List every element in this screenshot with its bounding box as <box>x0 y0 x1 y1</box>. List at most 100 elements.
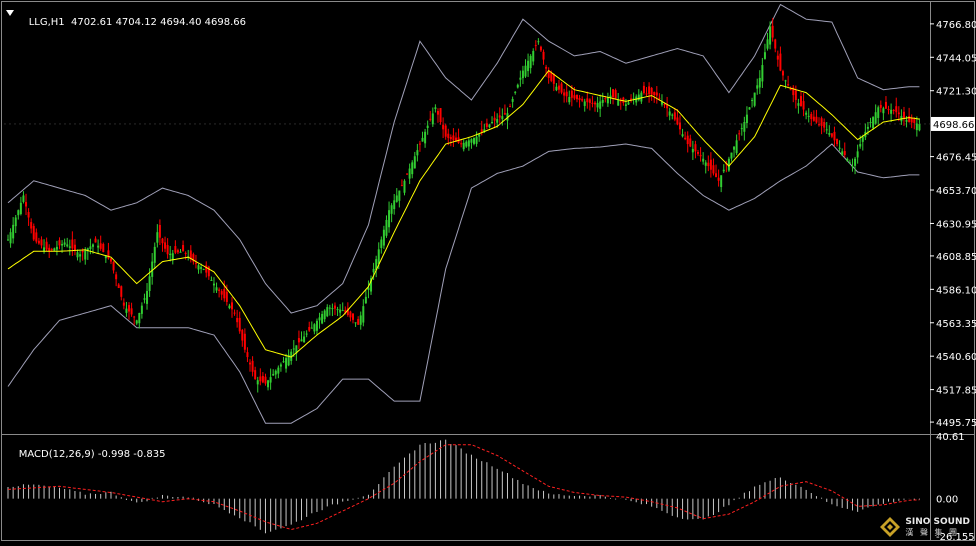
candle-down <box>565 91 568 97</box>
candle-up <box>408 168 411 179</box>
candle-up <box>359 315 362 325</box>
candle-down <box>107 250 110 259</box>
candle-down <box>418 143 421 145</box>
candle-up <box>285 358 288 369</box>
candle-down <box>810 113 813 120</box>
candle-down <box>164 242 167 249</box>
candle-up <box>267 380 270 388</box>
candle-down <box>717 177 720 181</box>
candle-up <box>838 147 841 149</box>
candle-up <box>730 152 733 159</box>
candle-up <box>138 312 141 324</box>
candle-up <box>735 140 738 154</box>
candle-up <box>364 296 367 304</box>
candle-down <box>308 326 311 331</box>
candle-up <box>200 267 203 269</box>
candle-down <box>648 86 651 95</box>
candle-down <box>122 302 125 306</box>
candle-up <box>470 139 473 143</box>
candle-up <box>390 205 393 214</box>
candle-down <box>400 185 403 187</box>
candle-up <box>828 133 831 135</box>
candle-up <box>354 322 357 324</box>
symbol-dropdown-icon[interactable] <box>6 10 14 16</box>
candle-down <box>774 39 777 49</box>
candle-down <box>843 151 846 156</box>
candle-up <box>210 279 213 281</box>
candle-up <box>331 308 334 310</box>
candle-up <box>473 137 476 144</box>
candle-up <box>426 125 429 128</box>
candle-down <box>712 165 715 174</box>
candle-down <box>32 225 35 240</box>
candle-down <box>673 112 676 120</box>
candle-down <box>205 265 208 273</box>
candle-up <box>310 327 313 329</box>
candle-down <box>794 90 797 100</box>
candle-up <box>91 244 94 247</box>
candle-down <box>37 240 40 244</box>
brand-logo: SINO SOUND 漢 聲 集 團 <box>879 516 970 538</box>
bollinger-lower-line <box>7 143 920 424</box>
candle-down <box>447 133 450 138</box>
candle-down <box>738 133 741 135</box>
candle-down <box>542 51 545 60</box>
candle-up <box>756 85 759 89</box>
candle-down <box>254 370 257 380</box>
candle-down <box>218 289 221 291</box>
candle-down <box>480 129 483 132</box>
candle-up <box>769 26 772 45</box>
candle-down <box>686 135 689 145</box>
candle-up <box>869 122 872 124</box>
candle-up <box>7 239 9 241</box>
candle-up <box>146 290 149 304</box>
candle-down <box>594 102 597 105</box>
candle-down <box>99 243 102 249</box>
candle-down <box>830 133 833 137</box>
candle-up <box>89 246 92 249</box>
price-tick-label: 4721.30 <box>936 87 976 98</box>
candle-down <box>575 94 578 100</box>
candle-up <box>583 101 586 106</box>
candle-down <box>604 98 607 100</box>
candle-up <box>846 158 849 161</box>
candle-up <box>501 116 504 120</box>
candle-down <box>246 352 249 358</box>
candle-up <box>282 361 285 363</box>
candle-up <box>537 41 540 43</box>
candle-up <box>326 307 329 317</box>
candle-down <box>815 116 818 123</box>
candle-down <box>449 137 452 140</box>
candle-down <box>442 124 445 130</box>
candle-up <box>76 252 79 258</box>
candle-down <box>557 85 560 90</box>
candle-up <box>228 305 231 309</box>
candle-down <box>573 95 576 99</box>
candle-up <box>380 239 383 249</box>
candle-up <box>256 380 259 385</box>
candle-up <box>872 117 875 129</box>
price-tick-label: 4653.70 <box>936 186 976 197</box>
price-tick-label: 4495.75 <box>936 418 976 429</box>
candle-up <box>640 92 643 102</box>
candle-up <box>385 219 388 236</box>
price-tick-label: 4540.60 <box>936 352 976 363</box>
price-tick-label: 4586.10 <box>936 285 976 296</box>
candle-up <box>825 129 828 131</box>
candle-down <box>73 244 76 251</box>
candle-down <box>182 245 185 252</box>
candle-up <box>496 119 499 123</box>
candle-up <box>720 175 723 188</box>
candle-up <box>511 98 514 102</box>
candle-up <box>805 112 808 115</box>
candle-down <box>251 360 254 372</box>
candle-down <box>58 240 61 246</box>
candle-down <box>666 104 669 109</box>
candle-down <box>503 113 506 115</box>
bollinger-upper-line <box>7 3 920 314</box>
candle-down <box>498 115 501 118</box>
candle-up <box>382 229 385 246</box>
brand-name: SINO SOUND <box>905 516 970 527</box>
candle-down <box>297 338 300 343</box>
candle-up <box>751 99 754 101</box>
